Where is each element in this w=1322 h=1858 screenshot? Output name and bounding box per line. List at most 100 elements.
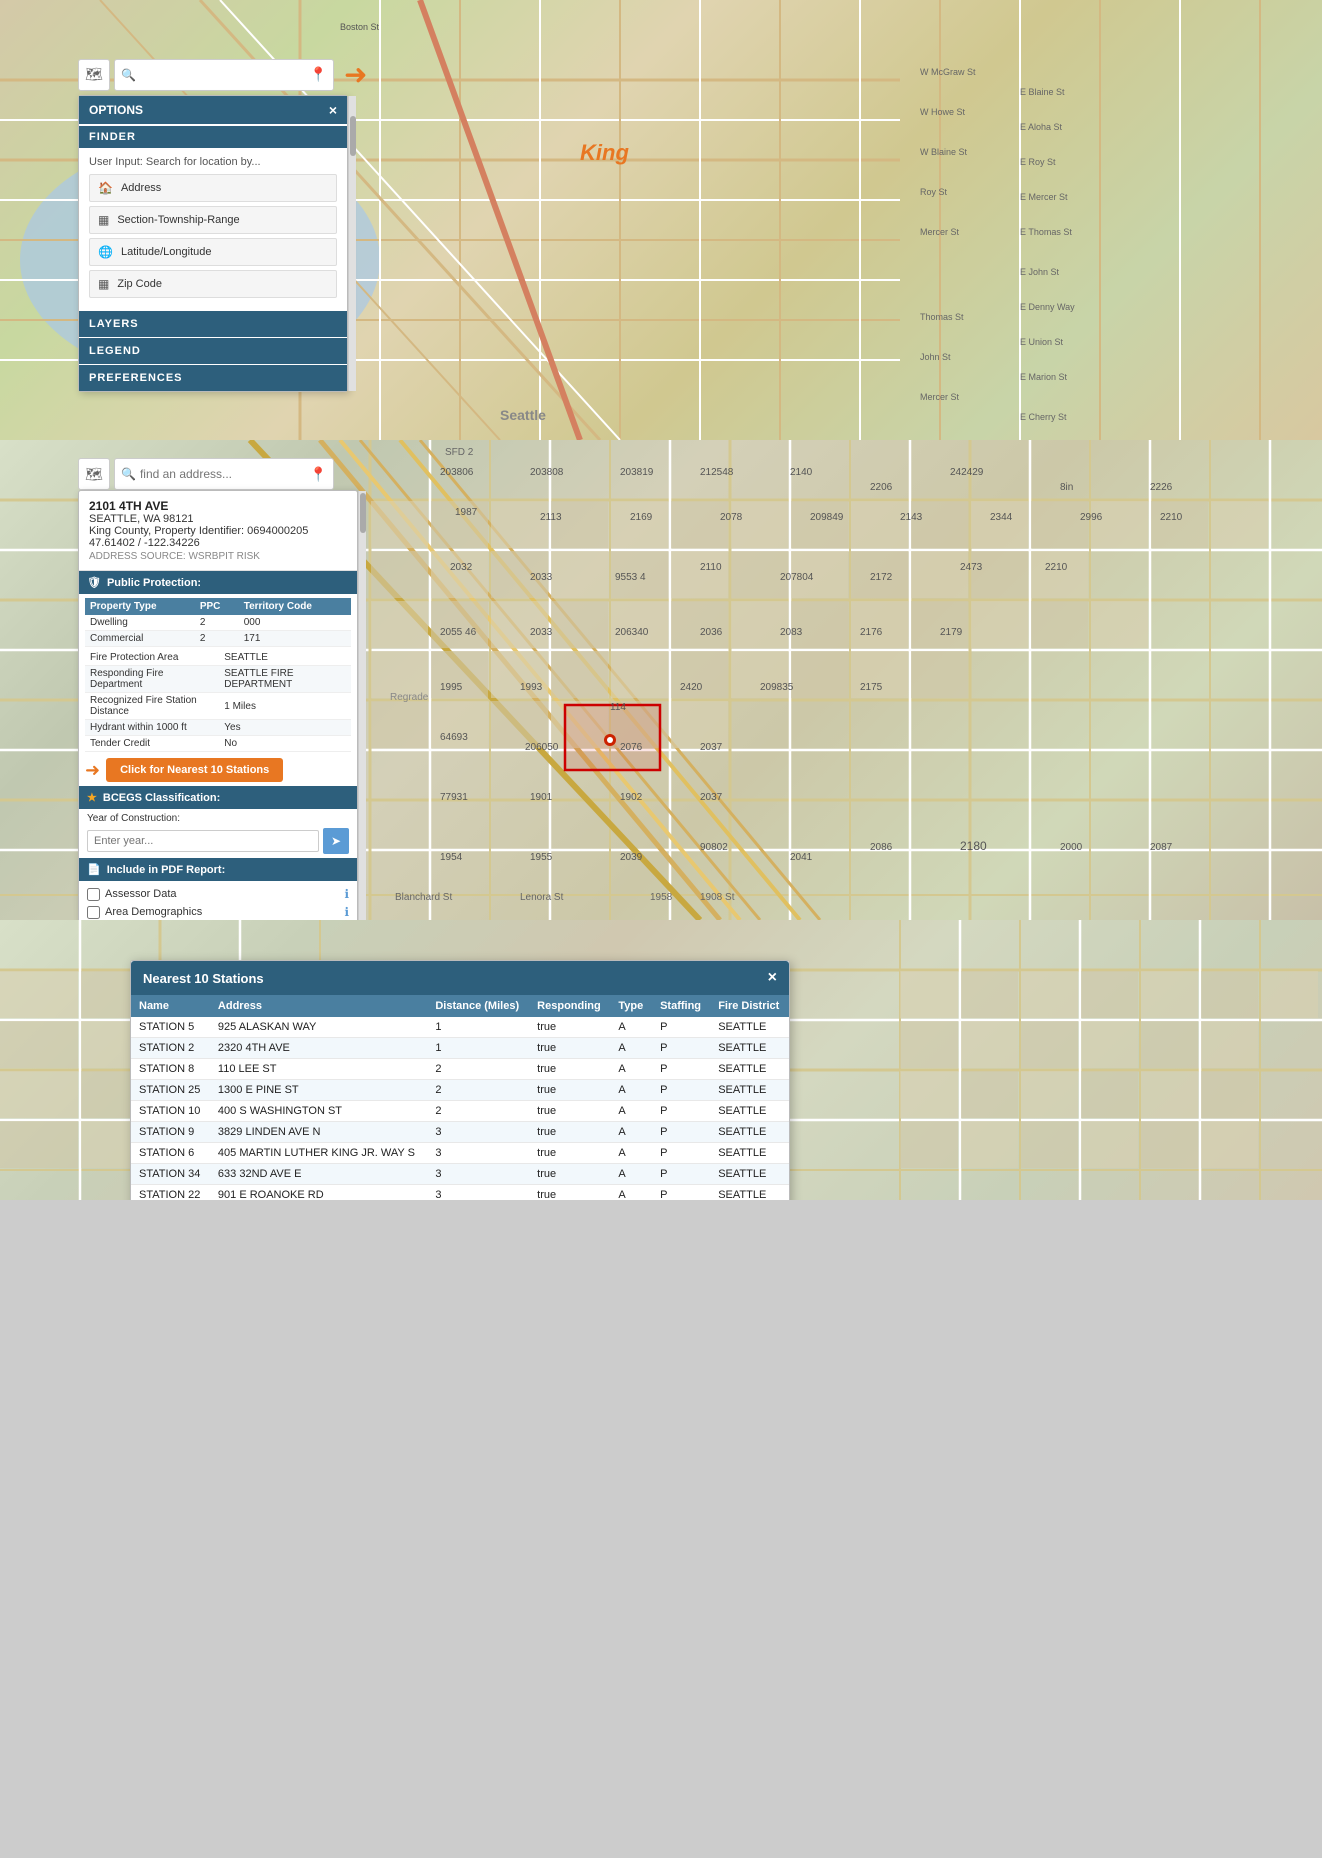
- svg-text:2179: 2179: [940, 627, 963, 638]
- svg-text:203819: 203819: [620, 467, 654, 478]
- rfd-label: Responding Fire Department: [85, 666, 219, 693]
- table-cell: P: [652, 1038, 710, 1059]
- table-row: STATION 251300 E PINE ST2trueAPSEATTLE: [131, 1080, 789, 1101]
- tender-label: Tender Credit: [85, 736, 219, 752]
- bcegs-year-input[interactable]: [87, 830, 319, 852]
- legend-accordion[interactable]: LEGEND: [79, 338, 347, 364]
- table-row: STATION 10400 S WASHINGTON ST2trueAPSEAT…: [131, 1101, 789, 1122]
- table-row: Dwelling 2 000: [85, 615, 351, 631]
- preferences-accordion[interactable]: PREFERENCES: [79, 365, 347, 391]
- svg-text:206340: 206340: [615, 627, 649, 638]
- table-cell: P: [652, 1017, 710, 1038]
- search-input-wrap: 🔍 2101 4th ave., 98121 📍: [114, 59, 334, 91]
- panel-scrollbar[interactable]: [348, 96, 356, 391]
- map-icon-button2[interactable]: 🗺: [78, 458, 110, 490]
- table-cell: 1: [427, 1038, 529, 1059]
- options-title: OPTIONS: [89, 103, 143, 117]
- fpa-value: SEATTLE: [219, 650, 351, 666]
- svg-text:206050: 206050: [525, 742, 559, 753]
- table-cell: true: [529, 1143, 610, 1164]
- layers-accordion[interactable]: LAYERS: [79, 311, 347, 337]
- table-cell: true: [529, 1080, 610, 1101]
- pdf-option-demographics: Area Demographics ℹ: [87, 903, 349, 920]
- svg-text:E Union St: E Union St: [1020, 337, 1064, 347]
- table-cell: STATION 8: [131, 1059, 210, 1080]
- finder-option-address[interactable]: 🏠 Address: [89, 174, 337, 202]
- svg-text:King: King: [580, 140, 629, 165]
- map-icon-button[interactable]: 🗺: [78, 59, 110, 91]
- svg-text:64693: 64693: [440, 732, 468, 743]
- col-header-address: Address: [210, 995, 427, 1017]
- finder-option-section-label: Section-Township-Range: [117, 214, 239, 226]
- table-cell: 2: [427, 1101, 529, 1122]
- table-cell: STATION 6: [131, 1143, 210, 1164]
- stations-panel: Nearest 10 Stations × Name Address Dista…: [130, 960, 790, 1200]
- finder-section: User Input: Search for location by... 🏠 …: [79, 148, 347, 310]
- svg-text:1958: 1958: [650, 892, 673, 903]
- search-bar-container: 🗺 🔍 2101 4th ave., 98121 📍 ➜: [78, 58, 367, 91]
- row1-type: Dwelling: [85, 615, 195, 631]
- finder-option-section[interactable]: ▦ Section-Township-Range: [89, 206, 337, 234]
- assessor-info-icon[interactable]: ℹ: [344, 887, 349, 901]
- svg-text:2996: 2996: [1080, 512, 1103, 523]
- search-input[interactable]: 2101 4th ave., 98121: [140, 68, 310, 82]
- bcegs-header: ★ BCEGS Classification:: [79, 786, 357, 809]
- table-cell: SEATTLE: [710, 1038, 789, 1059]
- svg-text:E Thomas St: E Thomas St: [1020, 227, 1072, 237]
- table-cell: 925 ALASKAN WAY: [210, 1017, 427, 1038]
- bcegs-go-button[interactable]: ➤: [323, 828, 349, 854]
- svg-text:1901: 1901: [530, 792, 553, 803]
- table-cell: P: [652, 1059, 710, 1080]
- svg-text:2000: 2000: [1060, 842, 1083, 853]
- table-cell: true: [529, 1038, 610, 1059]
- property-addr1: 2101 4TH AVE: [89, 499, 347, 513]
- table-cell: P: [652, 1143, 710, 1164]
- svg-text:2087: 2087: [1150, 842, 1173, 853]
- svg-text:Seattle: Seattle: [500, 407, 546, 423]
- svg-text:E Roy St: E Roy St: [1020, 157, 1056, 167]
- finder-option-zip[interactable]: ▦ Zip Code: [89, 270, 337, 298]
- tender-value: No: [219, 736, 351, 752]
- svg-text:2226: 2226: [1150, 482, 1173, 493]
- pdf-assessor-checkbox[interactable]: [87, 888, 100, 901]
- finder-option-latlng[interactable]: 🌐 Latitude/Longitude: [89, 238, 337, 266]
- stations-close-button[interactable]: ×: [768, 969, 777, 987]
- pdf-demographics-checkbox[interactable]: [87, 906, 100, 919]
- row1-territory: 000: [239, 615, 351, 631]
- property-panel-scrollbar[interactable]: [358, 491, 366, 920]
- svg-text:E Marion St: E Marion St: [1020, 372, 1068, 382]
- search-input2[interactable]: [140, 467, 310, 481]
- options-close-button[interactable]: ×: [329, 102, 337, 118]
- table-cell: 405 MARTIN LUTHER KING JR. WAY S: [210, 1143, 427, 1164]
- svg-text:Mercer St: Mercer St: [920, 227, 960, 237]
- table-cell: P: [652, 1080, 710, 1101]
- svg-text:207804: 207804: [780, 572, 814, 583]
- location-pin-icon2[interactable]: 📍: [310, 466, 327, 483]
- pdf-assessor-label[interactable]: Assessor Data: [87, 888, 177, 901]
- svg-text:John St: John St: [920, 352, 951, 362]
- row2-ppc: 2: [195, 631, 239, 647]
- svg-text:1993: 1993: [520, 682, 543, 693]
- stations-table-header-row: Name Address Distance (Miles) Responding…: [131, 995, 789, 1017]
- col-header-name: Name: [131, 995, 210, 1017]
- location-pin-icon[interactable]: 📍: [310, 66, 327, 83]
- grid-icon: ▦: [98, 213, 109, 227]
- pdf-section-header: 📄 Include in PDF Report:: [79, 858, 357, 881]
- table-cell: true: [529, 1059, 610, 1080]
- svg-text:1995: 1995: [440, 682, 463, 693]
- col-header-territory: Territory Code: [239, 598, 351, 615]
- svg-text:W McGraw St: W McGraw St: [920, 67, 976, 77]
- svg-text:2083: 2083: [780, 627, 803, 638]
- svg-text:Roy St: Roy St: [920, 187, 948, 197]
- svg-text:2175: 2175: [860, 682, 883, 693]
- nearest-stations-button[interactable]: Click for Nearest 10 Stations: [106, 758, 283, 782]
- svg-text:2172: 2172: [870, 572, 893, 583]
- svg-text:2041: 2041: [790, 852, 813, 863]
- pdf-demographics-label[interactable]: Area Demographics: [87, 906, 202, 919]
- bcegs-label: Year of Construction:: [87, 813, 349, 824]
- home-icon: 🏠: [98, 181, 113, 195]
- table-row: STATION 6405 MARTIN LUTHER KING JR. WAY …: [131, 1143, 789, 1164]
- demographics-info-icon[interactable]: ℹ: [344, 905, 349, 919]
- table-row: Fire Protection Area SEATTLE: [85, 650, 351, 666]
- table-cell: P: [652, 1164, 710, 1185]
